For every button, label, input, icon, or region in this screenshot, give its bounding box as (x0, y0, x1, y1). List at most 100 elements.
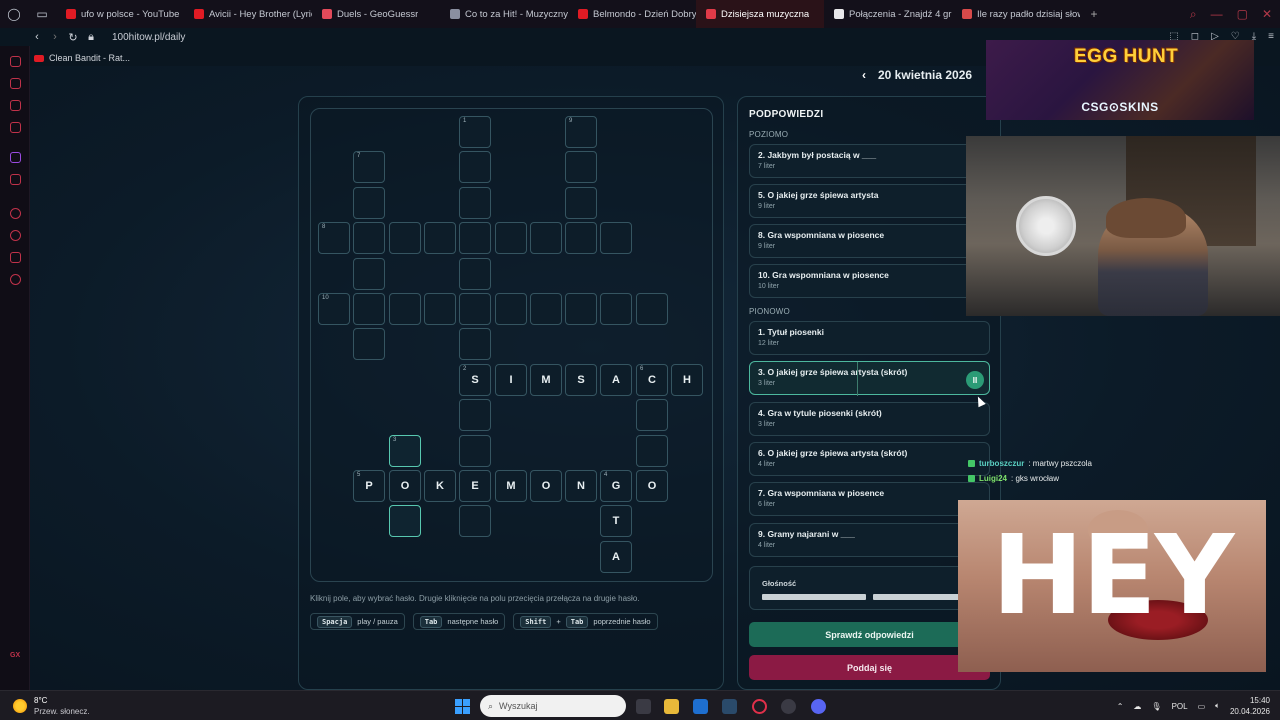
crossword-cell[interactable] (636, 293, 668, 325)
clue-item[interactable]: 3. O jakiej grze śpiewa artysta (skrót) 3… (749, 361, 990, 397)
crossword-cell[interactable]: 7 (353, 151, 385, 183)
opera-gx-icon[interactable] (752, 699, 767, 714)
news-icon[interactable] (10, 122, 21, 133)
crossword-cell[interactable]: E (459, 470, 491, 502)
bookmark-item[interactable]: Clean Bandit - Rat... (49, 53, 130, 63)
crossword-cell[interactable] (565, 151, 597, 183)
crossword-cell[interactable]: S (565, 364, 597, 396)
speaker-icon[interactable]: 🔈︎ (1215, 701, 1220, 711)
browser-tab[interactable]: Dzisiejsza muzyczna (696, 0, 824, 28)
crossword-cell[interactable]: K (424, 470, 456, 502)
file-explorer-icon[interactable] (664, 699, 679, 714)
search-tabs-icon[interactable]: ⌕ (1190, 7, 1197, 22)
maximize-icon[interactable]: ▢ (1237, 7, 1248, 22)
clue-item[interactable]: 7. Gra wspomniana w piosence 6 liter (749, 482, 990, 517)
volume-slider-track[interactable] (762, 594, 866, 600)
sun-icon[interactable] (13, 699, 27, 713)
steam-icon[interactable] (722, 699, 737, 714)
app-icon[interactable] (781, 699, 796, 714)
crossword-cell[interactable] (495, 293, 527, 325)
crossword-cell[interactable] (459, 222, 491, 254)
messenger-icon[interactable] (10, 56, 21, 67)
clue-item[interactable]: 1. Tytuł piosenki 12 liter (749, 321, 990, 355)
crossword-cell[interactable] (424, 293, 456, 325)
crossword-cell[interactable] (459, 435, 491, 467)
crossword-cell[interactable] (600, 222, 632, 254)
crossword-cell[interactable] (389, 222, 421, 254)
crossword-cell[interactable] (600, 293, 632, 325)
crossword-cell[interactable] (459, 505, 491, 537)
crossword-cell[interactable] (353, 293, 385, 325)
cloud-icon[interactable]: ☁ (1133, 702, 1141, 711)
browser-tab[interactable]: Ile razy padło dzisiaj słowo (952, 0, 1080, 28)
history-icon[interactable] (10, 230, 21, 241)
new-tab-icon[interactable]: + (1080, 0, 1108, 28)
url-field[interactable]: 100hitow.pl/daily (112, 32, 185, 43)
crossword-cell[interactable] (459, 258, 491, 290)
crossword-cell[interactable]: A (600, 364, 632, 396)
clue-item[interactable]: 6. O jakiej grze śpiewa artysta (skrót) 4… (749, 441, 990, 476)
crossword-cell[interactable]: H (671, 364, 703, 396)
crossword-cell[interactable]: 3 (389, 435, 421, 467)
taskbar-search[interactable]: ⌕ Wyszukaj (480, 695, 626, 717)
crossword-cell[interactable] (530, 293, 562, 325)
crossword-cell[interactable] (389, 505, 421, 537)
tab-menu-icon[interactable]: ▭ (28, 0, 56, 28)
clue-item[interactable]: 2. Jakbym był postacią w ___ 7 liter (749, 144, 990, 178)
crossword-cell[interactable]: N (565, 470, 597, 502)
clue-item[interactable]: 8. Gra wspomniana w piosence 9 liter (749, 224, 990, 258)
browser-tab[interactable]: Duels - GeoGuessr (312, 0, 440, 28)
crossword-cell[interactable] (459, 187, 491, 219)
crossword-cell[interactable] (424, 222, 456, 254)
twitch-icon[interactable] (10, 152, 21, 163)
opera-logo-icon[interactable]: ◯ (0, 0, 28, 28)
gear-icon[interactable] (10, 274, 21, 285)
mic-icon[interactable]: 🎙︎ (1151, 702, 1161, 711)
crossword-cell[interactable] (636, 399, 668, 431)
volume-slider-fill[interactable] (873, 594, 959, 600)
task-view-icon[interactable] (636, 699, 651, 714)
crossword-cell[interactable]: T (600, 505, 632, 537)
crossword-cell[interactable] (459, 328, 491, 360)
crossword-cell[interactable]: I (495, 364, 527, 396)
crossword-cell[interactable]: M (495, 470, 527, 502)
chevron-up-icon[interactable]: ⌃ (1117, 702, 1124, 711)
crossword-cell[interactable] (495, 222, 527, 254)
crossword-cell[interactable]: 6C (636, 364, 668, 396)
crossword-cell[interactable]: 8 (318, 222, 350, 254)
crossword-cell[interactable]: 2S (459, 364, 491, 396)
clue-item[interactable]: 9. Gramy najarani w ___ 4 liter (749, 522, 990, 557)
crossword-cell[interactable] (353, 187, 385, 219)
crossword-cell[interactable] (565, 222, 597, 254)
browser-tab[interactable]: Avicii - Hey Brother (Lyric (184, 0, 312, 28)
player-icon[interactable] (10, 208, 21, 219)
discord-icon[interactable] (811, 699, 826, 714)
crossword-cell[interactable] (353, 328, 385, 360)
crossword-cell[interactable] (636, 435, 668, 467)
crossword-cell[interactable]: A (600, 541, 632, 573)
reload-icon[interactable]: ↻ (64, 31, 82, 44)
crossword-cell[interactable]: 10 (318, 293, 350, 325)
crossword-cell[interactable]: M (530, 364, 562, 396)
crossword-cell[interactable] (459, 293, 491, 325)
settings-icon[interactable]: ≡ (1268, 31, 1274, 42)
prev-day-icon[interactable]: ‹ (862, 68, 866, 82)
crossword-cell[interactable]: 1 (459, 116, 491, 148)
windows-start-icon[interactable] (455, 699, 470, 714)
crossword-cell[interactable]: O (530, 470, 562, 502)
give-up-button[interactable]: Poddaj się (749, 655, 990, 680)
mail-icon[interactable] (693, 699, 708, 714)
monitor-icon[interactable]: ▭ (1198, 702, 1206, 711)
clue-item[interactable]: 4. Gra w tytule piosenki (skrót) 3 liter (749, 401, 990, 436)
crossword-cell[interactable]: O (636, 470, 668, 502)
clue-item[interactable]: 10. Gra wspomniana w piosence 10 liter (749, 264, 990, 298)
music-icon[interactable] (10, 100, 21, 111)
ad-banner[interactable]: EGG HUNT CSG⊙SKINS (986, 40, 1254, 120)
crossword-cell[interactable] (389, 293, 421, 325)
browser-tab[interactable]: Połączenia - Znajdź 4 gru (824, 0, 952, 28)
crossword-cell[interactable]: 4G (600, 470, 632, 502)
crossword-cell[interactable] (459, 151, 491, 183)
crossword-cell[interactable] (530, 222, 562, 254)
crossword-cell[interactable] (353, 258, 385, 290)
close-icon[interactable]: ✕ (1262, 7, 1272, 22)
